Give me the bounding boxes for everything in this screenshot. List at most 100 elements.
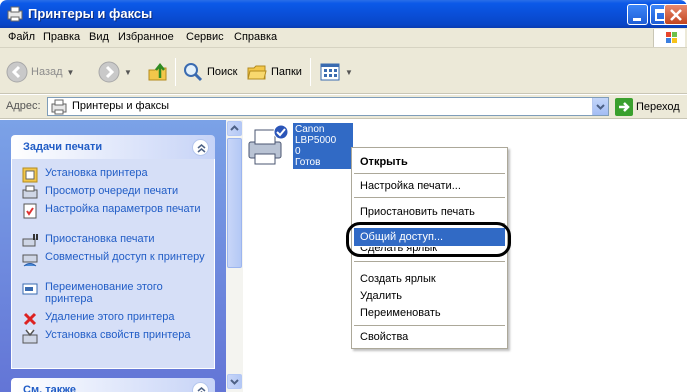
toolbar-separator: [175, 58, 176, 86]
task-label: Настройка параметров печати: [45, 203, 201, 215]
print-tasks-panel: Задачи печати Установка принтера Просмот…: [11, 135, 215, 369]
chevron-down-icon: [230, 379, 239, 385]
printer-status: Готов: [295, 157, 321, 168]
views-icon: [320, 63, 340, 81]
forward-dropdown-icon[interactable]: ▼: [124, 68, 132, 77]
task-label: Переименование этого принтера: [45, 281, 163, 305]
printer-name: Canon LBP5000: [295, 124, 337, 146]
print-tasks-header[interactable]: Задачи печати: [11, 135, 215, 159]
highlight-ring: [346, 222, 511, 257]
ctx-create-shortcut[interactable]: Создать ярлык: [354, 270, 505, 288]
title-bar[interactable]: Принтеры и факсы: [0, 0, 687, 28]
folders-button[interactable]: Папки: [246, 60, 302, 84]
back-dropdown-icon[interactable]: ▼: [67, 68, 75, 77]
menu-separator: [354, 197, 505, 198]
search-icon: [184, 63, 203, 82]
task-label: Установка свойств принтера: [45, 329, 191, 341]
views-dropdown-icon[interactable]: ▼: [345, 68, 353, 77]
task-view-queue[interactable]: Просмотр очереди печати: [22, 185, 205, 201]
printer-doc-count: 0: [295, 146, 301, 157]
address-bar: Адрес: Принтеры и факсы Переход: [0, 95, 687, 119]
delete-x-icon: [23, 312, 37, 326]
go-button[interactable]: Переход: [615, 98, 680, 116]
see-also-header[interactable]: См. также: [11, 378, 215, 392]
printer-queue-icon: [22, 185, 38, 199]
task-rename-printer[interactable]: Переименование этого принтера: [22, 281, 205, 305]
close-button[interactable]: [664, 4, 687, 25]
task-printer-properties[interactable]: Установка свойств принтера: [22, 329, 205, 345]
printer-item[interactable]: [245, 124, 289, 171]
ctx-open[interactable]: Открыть: [354, 153, 505, 171]
chevron-down-icon: [596, 104, 605, 110]
printers-folder-icon: [7, 6, 23, 22]
share-printer-icon: [22, 254, 38, 267]
scroll-thumb[interactable]: [227, 138, 242, 268]
document-check-icon: [23, 203, 37, 219]
views-button[interactable]: ▼: [319, 60, 353, 84]
scroll-down-button[interactable]: [227, 374, 242, 389]
ctx-properties[interactable]: Свойства: [354, 328, 505, 346]
task-label: Установка принтера: [45, 167, 148, 179]
task-label: Просмотр очереди печати: [45, 185, 179, 197]
back-button[interactable]: Назад ▼: [6, 60, 74, 84]
menu-bar: Файл Правка Вид Избранное Сервис Справка: [0, 28, 687, 48]
see-also-title: См. также: [23, 384, 76, 392]
task-delete-printer[interactable]: Удаление этого принтера: [22, 311, 205, 327]
folders-icon: [247, 65, 267, 80]
up-folder-button[interactable]: [147, 60, 169, 84]
print-tasks-title: Задачи печати: [23, 141, 103, 153]
collapse-icon[interactable]: [192, 382, 209, 392]
address-label: Адрес:: [6, 100, 41, 112]
pause-printer-icon: [22, 234, 38, 247]
task-add-printer[interactable]: Установка принтера: [22, 167, 205, 183]
collapse-icon[interactable]: [192, 139, 209, 156]
ctx-pause-printing[interactable]: Приостановить печать: [354, 203, 505, 221]
forward-button[interactable]: ▼: [98, 60, 132, 84]
task-pane: Задачи печати Установка принтера Просмот…: [0, 120, 226, 392]
search-button[interactable]: Поиск: [182, 60, 237, 84]
chevron-up-icon: [230, 125, 239, 131]
ctx-rename[interactable]: Переименовать: [354, 304, 505, 322]
task-share-printer[interactable]: Совместный доступ к принтеру: [22, 251, 205, 267]
task-label: Совместный доступ к принтеру: [45, 251, 205, 263]
windows-logo-icon: [653, 29, 685, 47]
search-label: Поиск: [207, 66, 238, 78]
properties-icon: [22, 329, 38, 344]
address-input[interactable]: Принтеры и факсы: [47, 97, 609, 116]
menu-tools[interactable]: Сервис: [186, 31, 224, 43]
menu-help[interactable]: Справка: [234, 31, 277, 43]
menu-favorites[interactable]: Избранное: [118, 31, 174, 43]
menu-view[interactable]: Вид: [89, 31, 109, 43]
vertical-scrollbar[interactable]: [226, 120, 243, 392]
menu-separator: [354, 325, 505, 326]
address-value: Принтеры и факсы: [72, 100, 170, 112]
menu-file[interactable]: Файл: [8, 31, 35, 43]
window-title: Принтеры и факсы: [28, 6, 153, 21]
menu-separator: [354, 173, 505, 174]
printer-label[interactable]: Canon LBP5000 0 Готов: [293, 123, 353, 169]
toolbar-separator: [310, 58, 311, 86]
menu-edit[interactable]: Правка: [43, 31, 80, 43]
rename-icon: [22, 283, 38, 295]
print-tasks-body: Установка принтера Просмотр очереди печа…: [11, 159, 215, 369]
task-pause-printing[interactable]: Приостановка печати: [22, 233, 205, 249]
up-folder-icon: [148, 62, 167, 81]
menu-separator: [354, 261, 505, 262]
minimize-button[interactable]: [627, 4, 648, 25]
task-label: Удаление этого принтера: [45, 311, 175, 323]
ctx-printing-preferences[interactable]: Настройка печати...: [354, 177, 505, 195]
printer-icon: [248, 124, 289, 165]
toolbar: Назад ▼ ▼ Поиск Папки ▼: [0, 48, 687, 94]
add-printer-icon: [22, 167, 38, 183]
forward-arrow-icon: [98, 61, 120, 83]
task-printing-preferences[interactable]: Настройка параметров печати: [22, 203, 205, 219]
task-label: Приостановка печати: [45, 233, 155, 245]
go-arrow-icon: [615, 98, 633, 116]
back-arrow-icon: [6, 61, 28, 83]
go-label: Переход: [636, 101, 680, 113]
printers-folder-icon: [51, 99, 67, 115]
folders-label: Папки: [271, 66, 302, 78]
scroll-up-button[interactable]: [227, 121, 242, 136]
ctx-delete[interactable]: Удалить: [354, 287, 505, 305]
address-dropdown-button[interactable]: [592, 98, 608, 115]
